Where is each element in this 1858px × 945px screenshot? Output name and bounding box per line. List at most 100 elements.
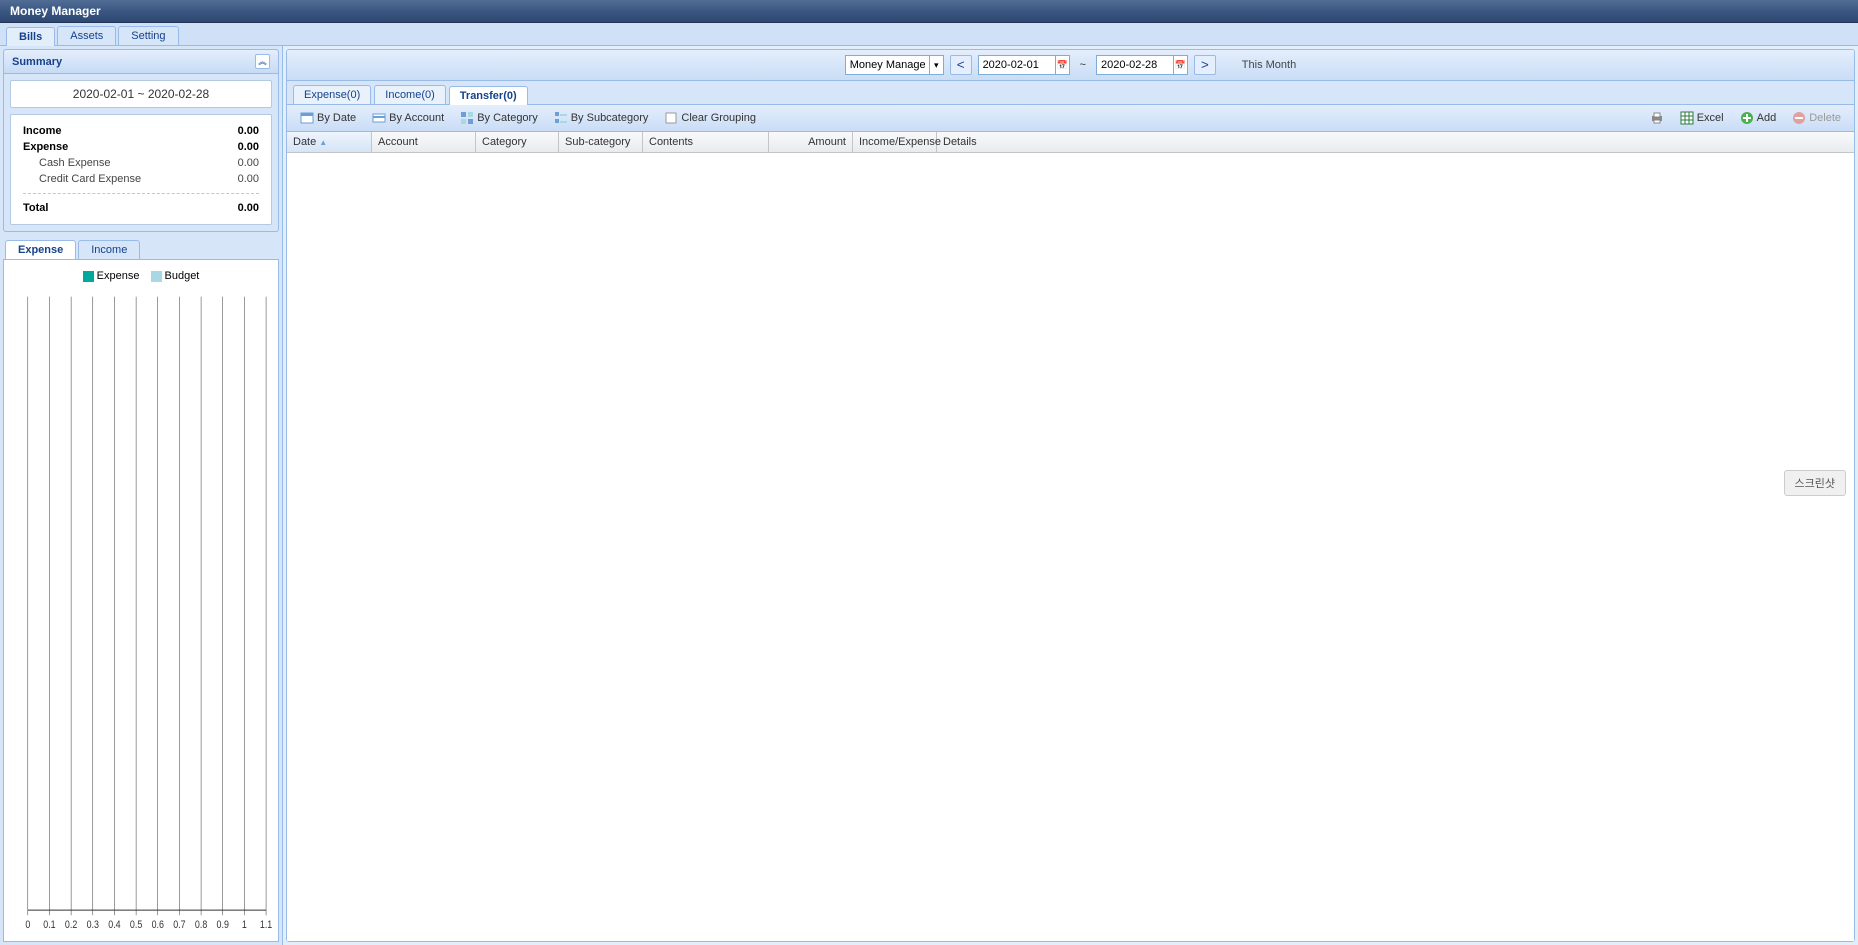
collapse-icon[interactable]: ︽ bbox=[255, 54, 270, 69]
prev-period-button[interactable]: < bbox=[950, 55, 972, 75]
filterbar: ▾ < 📅 ~ 📅 > This Month bbox=[287, 50, 1854, 81]
credit-value: 0.00 bbox=[199, 173, 259, 185]
by-subcategory-label: By Subcategory bbox=[571, 112, 649, 124]
svg-text:0.4: 0.4 bbox=[108, 918, 121, 930]
date-from-input[interactable] bbox=[978, 55, 1056, 75]
delete-icon bbox=[1792, 111, 1806, 125]
summary-group: Income 0.00 Expense 0.00 Cash Expense 0.… bbox=[10, 114, 272, 225]
income-label: Income bbox=[23, 125, 199, 137]
legend-swatch-budget-icon bbox=[151, 271, 162, 282]
expense-label: Expense bbox=[23, 141, 199, 153]
add-icon bbox=[1740, 111, 1754, 125]
excel-label: Excel bbox=[1697, 112, 1724, 124]
toolbar: By Date By Account By Category By Subcat… bbox=[287, 105, 1854, 132]
col-account[interactable]: Account bbox=[372, 132, 476, 152]
bills-tab-expense[interactable]: Expense(0) bbox=[293, 85, 371, 104]
add-button[interactable]: Add bbox=[1733, 108, 1784, 128]
col-amount-label: Amount bbox=[808, 136, 846, 148]
delete-button[interactable]: Delete bbox=[1785, 108, 1848, 128]
col-category[interactable]: Category bbox=[476, 132, 559, 152]
by-category-button[interactable]: By Category bbox=[453, 108, 545, 128]
clear-icon bbox=[664, 111, 678, 125]
col-income-expense[interactable]: Income/Expense bbox=[853, 132, 937, 152]
chart-tab-expense[interactable]: Expense bbox=[5, 240, 76, 259]
expense-value: 0.00 bbox=[199, 141, 259, 153]
sort-asc-icon: ▲ bbox=[319, 138, 327, 147]
bills-tabs: Expense(0) Income(0) Transfer(0) bbox=[287, 81, 1854, 105]
clear-grouping-button[interactable]: Clear Grouping bbox=[657, 108, 763, 128]
grid-body bbox=[287, 153, 1854, 941]
legend-budget: Budget bbox=[151, 270, 200, 282]
category-icon bbox=[460, 111, 474, 125]
calendar-icon bbox=[300, 111, 314, 125]
tab-assets[interactable]: Assets bbox=[57, 26, 116, 45]
col-subcategory[interactable]: Sub-category bbox=[559, 132, 643, 152]
excel-button[interactable]: Excel bbox=[1673, 108, 1731, 128]
content-panel: ▾ < 📅 ~ 📅 > This Month Expense(0) Income… bbox=[286, 49, 1855, 942]
tab-setting[interactable]: Setting bbox=[118, 26, 178, 45]
chart-tabs: Expense Income bbox=[3, 240, 279, 259]
this-month-label[interactable]: This Month bbox=[1242, 59, 1296, 71]
summary-date-range: 2020-02-01 ~ 2020-02-28 bbox=[10, 80, 272, 108]
svg-text:0.8: 0.8 bbox=[195, 918, 208, 930]
row-credit: Credit Card Expense 0.00 bbox=[23, 171, 259, 187]
total-label: Total bbox=[23, 202, 199, 214]
col-subcategory-label: Sub-category bbox=[565, 136, 630, 148]
total-value: 0.00 bbox=[199, 202, 259, 214]
tab-bills[interactable]: Bills bbox=[6, 27, 55, 46]
col-category-label: Category bbox=[482, 136, 527, 148]
account-select[interactable] bbox=[845, 55, 930, 75]
calendar-from-icon[interactable]: 📅 bbox=[1056, 55, 1070, 75]
svg-text:0.1: 0.1 bbox=[43, 918, 56, 930]
subcategory-icon bbox=[554, 111, 568, 125]
next-period-button[interactable]: > bbox=[1194, 55, 1216, 75]
col-amount[interactable]: Amount bbox=[769, 132, 853, 152]
account-icon bbox=[372, 111, 386, 125]
svg-text:0.6: 0.6 bbox=[152, 918, 165, 930]
svg-text:0.2: 0.2 bbox=[65, 918, 78, 930]
chart-svg: 00.10.20.30.40.50.60.70.80.911.1 bbox=[10, 289, 272, 936]
row-total: Total 0.00 bbox=[23, 200, 259, 216]
col-details[interactable]: Details bbox=[937, 132, 1854, 152]
by-subcategory-button[interactable]: By Subcategory bbox=[547, 108, 656, 128]
by-account-button[interactable]: By Account bbox=[365, 108, 451, 128]
by-date-button[interactable]: By Date bbox=[293, 108, 363, 128]
date-to-input[interactable] bbox=[1096, 55, 1174, 75]
svg-text:1.1: 1.1 bbox=[260, 918, 272, 930]
cash-label: Cash Expense bbox=[39, 157, 199, 169]
chart-tab-income[interactable]: Income bbox=[78, 240, 140, 259]
titlebar: Money Manager bbox=[0, 0, 1858, 23]
col-contents-label: Contents bbox=[649, 136, 693, 148]
by-category-label: By Category bbox=[477, 112, 538, 124]
select-dropdown-icon[interactable]: ▾ bbox=[930, 55, 944, 75]
grid-header: Date ▲ Account Category Sub-category Con… bbox=[287, 132, 1854, 153]
summary-panel: Summary ︽ 2020-02-01 ~ 2020-02-28 Income… bbox=[3, 49, 279, 232]
add-label: Add bbox=[1757, 112, 1777, 124]
summary-separator bbox=[23, 193, 259, 194]
svg-text:1: 1 bbox=[242, 918, 247, 930]
excel-icon bbox=[1680, 111, 1694, 125]
summary-body: 2020-02-01 ~ 2020-02-28 Income 0.00 Expe… bbox=[4, 74, 278, 231]
col-contents[interactable]: Contents bbox=[643, 132, 769, 152]
main-layout: Summary ︽ 2020-02-01 ~ 2020-02-28 Income… bbox=[0, 46, 1858, 945]
svg-text:0.9: 0.9 bbox=[217, 918, 230, 930]
print-button[interactable] bbox=[1643, 108, 1671, 128]
row-income: Income 0.00 bbox=[23, 123, 259, 139]
bills-tab-income[interactable]: Income(0) bbox=[374, 85, 446, 104]
sidebar: Summary ︽ 2020-02-01 ~ 2020-02-28 Income… bbox=[0, 46, 283, 945]
svg-text:0: 0 bbox=[25, 918, 30, 930]
clear-grouping-label: Clear Grouping bbox=[681, 112, 756, 124]
legend-swatch-expense-icon bbox=[83, 271, 94, 282]
col-incexp-label: Income/Expense bbox=[859, 136, 941, 148]
by-date-label: By Date bbox=[317, 112, 356, 124]
calendar-to-icon[interactable]: 📅 bbox=[1174, 55, 1188, 75]
date-to-wrap: 📅 bbox=[1096, 55, 1188, 75]
row-cash: Cash Expense 0.00 bbox=[23, 155, 259, 171]
col-date-label: Date bbox=[293, 136, 316, 148]
col-account-label: Account bbox=[378, 136, 418, 148]
col-details-label: Details bbox=[943, 136, 977, 148]
main-tabs: Bills Assets Setting bbox=[0, 23, 1858, 46]
bills-tab-transfer[interactable]: Transfer(0) bbox=[449, 86, 528, 105]
col-date[interactable]: Date ▲ bbox=[287, 132, 372, 152]
screenshot-badge[interactable]: 스크린샷 bbox=[1784, 470, 1846, 496]
